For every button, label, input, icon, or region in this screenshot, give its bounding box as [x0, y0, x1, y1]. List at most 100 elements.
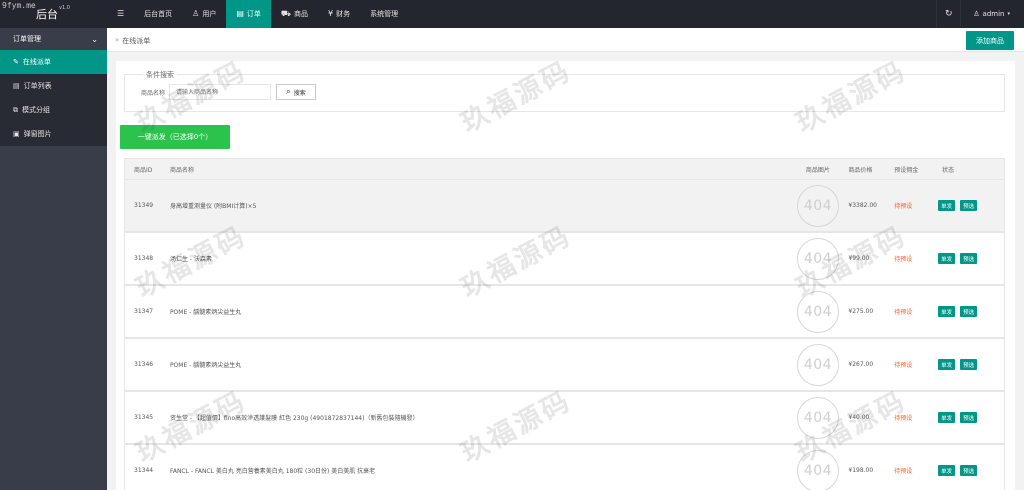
search-button[interactable]: ⌕ 搜索	[276, 84, 316, 100]
cell-id: 31348	[134, 255, 154, 262]
cell-name: 汤仁生 - 沃森素	[169, 256, 212, 263]
nav-users[interactable]: ♙ 用户	[182, 0, 226, 28]
nav-finance[interactable]: ¥ 财务	[318, 0, 360, 28]
image-icon: ▣	[13, 130, 20, 138]
cell-actions: 单发 预选	[938, 253, 1004, 264]
refresh-button[interactable]: ↻	[936, 0, 960, 28]
nav-label: 后台首页	[144, 10, 173, 18]
header-price: 商品价格	[848, 166, 873, 174]
preselect-button[interactable]: 预选	[960, 253, 978, 264]
header-image: 商品图片	[805, 166, 830, 174]
cart-icon: ⛟	[280, 9, 291, 18]
preselect-button[interactable]: 预选	[960, 359, 978, 370]
sidebar-item-label: 模式分组	[22, 106, 50, 114]
image-placeholder: 404	[796, 449, 839, 490]
refresh-icon: ↻	[944, 9, 953, 19]
cell-commission: 待预设	[894, 415, 913, 422]
cell-commission: 待预设	[894, 468, 913, 475]
image-placeholder: 404	[796, 290, 839, 333]
breadcrumb-bar: » 在线派单 添加商品	[107, 28, 1024, 52]
sidebar-item-mode-group[interactable]: ⧉ 模式分组	[0, 98, 107, 122]
search-button-label: 搜索	[293, 89, 306, 97]
image-placeholder: 404	[796, 343, 839, 386]
image-placeholder: 404	[796, 184, 839, 227]
preselect-button[interactable]: 预选	[960, 200, 978, 211]
product-name-label: 商品名称	[141, 90, 166, 97]
cell-commission: 待预设	[894, 309, 913, 316]
table-row[interactable]: 31348 汤仁生 - 沃森素 404 ¥99.00 待预设 单发 预选	[124, 232, 1005, 285]
preselect-button[interactable]: 预选	[960, 412, 978, 423]
table-row[interactable]: 31349 身高增重测量仪 (附BMI计算)×5 404 ¥3382.00 待预…	[124, 179, 1005, 232]
table-row[interactable]: 31346 POME - 龋髓素炳尖益生丸 404 ¥267.00 待预设 单发…	[124, 338, 1005, 391]
cell-price: ¥267.00	[848, 361, 874, 368]
preselect-button[interactable]: 预选	[960, 306, 978, 317]
cell-id: 31347	[134, 308, 154, 315]
single-dispatch-button[interactable]: 单发	[938, 359, 956, 370]
logo[interactable]: 后台	[36, 6, 58, 22]
cell-image: 404	[790, 184, 847, 227]
sidebar-item-label: 订单列表	[23, 82, 52, 90]
batch-dispatch-button[interactable]: 一键派发（已选择0个）	[120, 125, 230, 149]
single-dispatch-button[interactable]: 单发	[938, 253, 956, 264]
preselect-button[interactable]: 预选	[960, 465, 978, 476]
cell-image: 404	[790, 396, 847, 439]
table-row[interactable]: 31345 资生堂 - 【超值價】fino高效滲透護髮膜 紅色 230g (49…	[124, 391, 1005, 444]
nav-goods[interactable]: ⛟ 商品	[271, 0, 318, 28]
list-icon: ▤	[13, 82, 20, 90]
sidebar-item-order-list[interactable]: ▤ 订单列表	[0, 74, 107, 98]
sidebar-item-online-dispatch[interactable]: ✎ 在线派单	[0, 50, 107, 74]
document-icon: ▤	[236, 9, 244, 18]
cell-commission: 待预设	[894, 203, 913, 210]
breadcrumb: » 在线派单	[115, 36, 150, 46]
breadcrumb-current: 在线派单	[122, 37, 151, 45]
edit-icon: ✎	[13, 58, 19, 66]
top-nav: ☰ 后台首页 ♙ 用户 ▤ 订单 ⛟ 商品 ¥ 财务 系统管理	[107, 0, 408, 28]
single-dispatch-button[interactable]: 单发	[938, 306, 956, 317]
username: admin	[982, 10, 1005, 18]
search-icon: ⌕	[286, 87, 291, 96]
chevron-down-icon: ▾	[1007, 11, 1010, 17]
content-card: 条件搜索 商品名称 ⌕ 搜索 一键派发（已选择0个） 商品ID 商品名称 商品图…	[116, 61, 1015, 490]
logo-area: 9fym.me 后台 v1.0	[0, 0, 107, 28]
single-dispatch-button[interactable]: 单发	[938, 465, 956, 476]
chevron-up-icon: ⌄	[91, 34, 98, 44]
cell-name: FANCL - FANCL 美白丸 亮白营養素美白丸 180粒 (30日份) 美…	[169, 468, 376, 475]
menu-toggle-button[interactable]: ☰	[107, 0, 134, 28]
sidebar-group-label: 订单管理	[13, 35, 41, 43]
cell-price: ¥40.00	[848, 414, 870, 421]
sidebar-group-orders[interactable]: 订单管理 ⌄	[0, 28, 107, 50]
nav-system[interactable]: 系统管理	[360, 0, 408, 28]
user-menu[interactable]: ♙ admin ▾	[960, 0, 1024, 28]
nav-label: 系统管理	[370, 10, 399, 18]
cell-name: POME - 龋髓素炳尖益生丸	[169, 362, 242, 369]
cell-id: 31346	[134, 361, 154, 368]
nav-label: 财务	[336, 10, 351, 18]
product-name-input[interactable]	[169, 84, 271, 100]
nav-home[interactable]: 后台首页	[134, 0, 182, 28]
site-mark: 9fym.me	[2, 1, 36, 10]
cell-actions: 单发 预选	[938, 359, 1004, 370]
single-dispatch-button[interactable]: 单发	[938, 200, 956, 211]
table-row[interactable]: 31344 FANCL - FANCL 美白丸 亮白营養素美白丸 180粒 (3…	[124, 444, 1005, 490]
cell-id: 31345	[134, 414, 154, 421]
cell-commission: 待预设	[894, 362, 913, 369]
search-fieldset: 条件搜索 商品名称 ⌕ 搜索	[124, 70, 1005, 112]
cell-actions: 单发 预选	[938, 412, 1004, 423]
yen-icon: ¥	[327, 9, 334, 18]
nav-orders[interactable]: ▤ 订单	[226, 0, 271, 28]
cell-name: 身高增重测量仪 (附BMI计算)×5	[169, 203, 257, 210]
add-product-button[interactable]: 添加商品	[966, 31, 1014, 50]
nav-label: 用户	[202, 10, 217, 18]
search-legend: 条件搜索	[143, 70, 177, 80]
user-icon: ♙	[192, 9, 200, 18]
cell-actions: 单发 预选	[938, 465, 1004, 476]
table-row[interactable]: 31347 POME - 龋髓素炳尖益生丸 404 ¥275.00 待预设 单发…	[124, 285, 1005, 338]
cell-id: 31344	[134, 467, 154, 474]
header-name: 商品名称	[169, 166, 194, 174]
sidebar-item-popup-image[interactable]: ▣ 弹窗图片	[0, 122, 107, 146]
cell-image: 404	[790, 237, 847, 280]
sidebar-item-label: 在线派单	[22, 58, 51, 66]
single-dispatch-button[interactable]: 单发	[938, 412, 956, 423]
cell-commission: 待预设	[894, 256, 913, 263]
sidebar: 订单管理 ⌄ ✎ 在线派单 ▤ 订单列表 ⧉ 模式分组 ▣ 弹窗图片	[0, 28, 107, 490]
